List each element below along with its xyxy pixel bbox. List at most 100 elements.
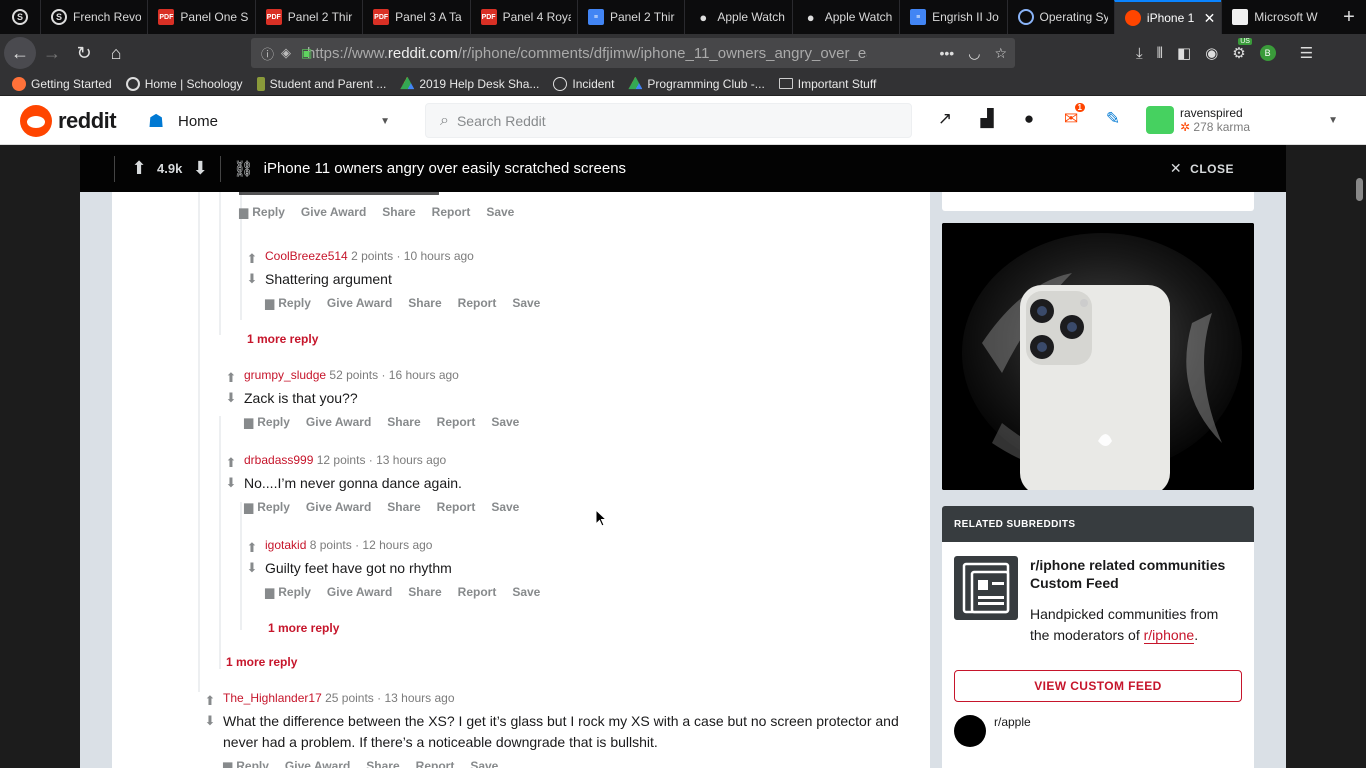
comment-author[interactable]: grumpy_sludge: [244, 368, 326, 382]
bookmark-star-icon[interactable]: ☆: [994, 45, 1007, 62]
reply-button[interactable]: ▆ Reply: [244, 500, 290, 514]
downvote-icon[interactable]: ⬇: [226, 388, 237, 408]
page-scrollbar[interactable]: [1353, 145, 1366, 768]
account-icon[interactable]: ◉: [1205, 44, 1218, 62]
library-icon[interactable]: ⫴: [1157, 45, 1163, 62]
share-button[interactable]: Share: [382, 205, 415, 219]
reply-button[interactable]: ▆ Reply: [223, 759, 269, 768]
browser-tab[interactable]: Operating Sy: [1006, 0, 1114, 34]
downvote-icon[interactable]: ⬇: [205, 711, 216, 731]
comment-age[interactable]: 13 hours ago: [384, 691, 454, 705]
downvote-icon[interactable]: ⬇: [226, 473, 237, 493]
forward-button[interactable]: →: [36, 37, 68, 69]
save-button[interactable]: Save: [470, 759, 498, 768]
browser-tab[interactable]: S French Revo: [40, 0, 147, 34]
give-award-button[interactable]: Give Award: [306, 415, 371, 429]
comment-age[interactable]: 10 hours ago: [404, 249, 474, 263]
report-button[interactable]: Report: [437, 415, 476, 429]
user-menu[interactable]: ravenspired ✲ 278 karma ▼: [1146, 103, 1346, 137]
reddit-logo[interactable]: reddit: [20, 105, 117, 137]
share-button[interactable]: Share: [408, 585, 441, 599]
promoted-image[interactable]: [942, 223, 1254, 490]
menu-icon[interactable]: ☰: [1300, 44, 1313, 62]
profile-avatar[interactable]: B: [1259, 45, 1276, 61]
related-subreddit-item[interactable]: r/apple: [954, 715, 1031, 747]
search-bar[interactable]: ⌕: [425, 103, 912, 138]
comment-age[interactable]: 12 hours ago: [362, 538, 432, 552]
bookmark-item[interactable]: Home | Schoology: [125, 76, 243, 91]
bookmark-item[interactable]: Programming Club -...: [628, 76, 765, 91]
downvote-icon[interactable]: ⬇: [247, 269, 258, 289]
home-button[interactable]: ⌂: [100, 37, 132, 69]
trending-icon[interactable]: ↗: [934, 108, 956, 130]
report-button[interactable]: Report: [458, 585, 497, 599]
report-button[interactable]: Report: [416, 759, 455, 768]
chat-icon[interactable]: ●: [1018, 108, 1040, 130]
upvote-icon[interactable]: ⬆: [226, 453, 237, 473]
save-button[interactable]: Save: [512, 585, 540, 599]
close-tab-icon[interactable]: ✕: [1204, 10, 1216, 27]
custom-feed-title[interactable]: r/iphone related communities Custom Feed: [1030, 556, 1240, 592]
bookmark-item[interactable]: Incident: [553, 76, 614, 91]
give-award-button[interactable]: Give Award: [306, 500, 371, 514]
browser-tab[interactable]: ● Apple Watch: [791, 0, 899, 34]
browser-tab[interactable]: ● Apple Watch: [684, 0, 791, 34]
bookmark-folder[interactable]: Important Stuff: [778, 77, 876, 91]
comment-author[interactable]: The_Highlander17: [223, 691, 322, 705]
bookmark-item[interactable]: Getting Started: [12, 76, 112, 91]
leaderboard-icon[interactable]: ▟: [976, 108, 998, 130]
upvote-icon[interactable]: ⬆: [205, 691, 216, 711]
browser-tab[interactable]: PDF Panel 2 Thir: [254, 0, 362, 34]
info-icon[interactable]: ⓘ: [261, 44, 274, 63]
downvote-icon[interactable]: ⬇: [247, 558, 258, 578]
sidebar-icon[interactable]: ◧: [1177, 44, 1191, 62]
more-replies-link[interactable]: 1 more reply: [226, 655, 297, 669]
scrollbar-thumb[interactable]: [1356, 178, 1363, 201]
browser-tab[interactable]: ≡ Engrish II Jo: [899, 0, 1006, 34]
page-actions-icon[interactable]: •••: [940, 45, 955, 62]
more-replies-link[interactable]: 1 more reply: [247, 332, 318, 346]
comment-age[interactable]: 16 hours ago: [389, 368, 459, 382]
upvote-icon[interactable]: ⬆: [129, 158, 149, 179]
share-button[interactable]: Share: [366, 759, 399, 768]
browser-tab[interactable]: PDF Panel One S: [147, 0, 254, 34]
url-text[interactable]: https://www.reddit.com/r/iphone/comments…: [307, 45, 867, 62]
browser-tab[interactable]: PDF Panel 3 A Ta: [362, 0, 469, 34]
reply-button[interactable]: ▆ Reply: [265, 296, 311, 310]
browser-tab[interactable]: PDF Panel 4 Roya: [469, 0, 577, 34]
downvote-icon[interactable]: ⬇: [190, 158, 210, 179]
view-custom-feed-button[interactable]: VIEW CUSTOM FEED: [954, 670, 1242, 702]
upvote-icon[interactable]: ⬆: [247, 249, 258, 269]
bookmark-item[interactable]: 2019 Help Desk Sha...: [400, 76, 539, 91]
upvote-icon[interactable]: ⬆: [226, 368, 237, 388]
browser-tab-active[interactable]: iPhone 1 ✕: [1113, 0, 1222, 34]
report-button[interactable]: Report: [432, 205, 471, 219]
comment-age[interactable]: 13 hours ago: [376, 453, 446, 467]
subreddit-name[interactable]: r/apple: [994, 715, 1031, 729]
save-button[interactable]: Save: [512, 296, 540, 310]
report-button[interactable]: Report: [458, 296, 497, 310]
reply-button[interactable]: ▆ Reply: [244, 415, 290, 429]
feed-dropdown[interactable]: ☗ Home ▼: [148, 106, 398, 136]
reply-button[interactable]: ▆ Reply: [265, 585, 311, 599]
report-button[interactable]: Report: [437, 500, 476, 514]
share-button[interactable]: Share: [408, 296, 441, 310]
comment-author[interactable]: CoolBreeze514: [265, 249, 348, 263]
comment-author[interactable]: igotakid: [265, 538, 306, 552]
more-replies-link[interactable]: 1 more reply: [268, 621, 339, 635]
create-post-icon[interactable]: ✎: [1102, 108, 1124, 130]
give-award-button[interactable]: Give Award: [327, 296, 392, 310]
pinned-tab-schoology[interactable]: S: [0, 0, 40, 34]
pocket-icon[interactable]: ◡: [968, 45, 980, 62]
close-button[interactable]: ✕ CLOSE: [1170, 160, 1234, 177]
search-input[interactable]: [456, 112, 877, 129]
browser-tab[interactable]: ≡ Panel 2 Thir: [576, 0, 684, 34]
mail-icon[interactable]: ✉ 1: [1060, 102, 1086, 130]
bookmark-item[interactable]: Student and Parent ...: [256, 76, 386, 91]
save-button[interactable]: Save: [486, 205, 514, 219]
share-button[interactable]: Share: [387, 500, 420, 514]
browser-tab[interactable]: Microsoft W: [1221, 0, 1328, 34]
reply-button[interactable]: ▆ Reply: [239, 205, 285, 219]
give-award-button[interactable]: Give Award: [327, 585, 392, 599]
save-button[interactable]: Save: [491, 500, 519, 514]
